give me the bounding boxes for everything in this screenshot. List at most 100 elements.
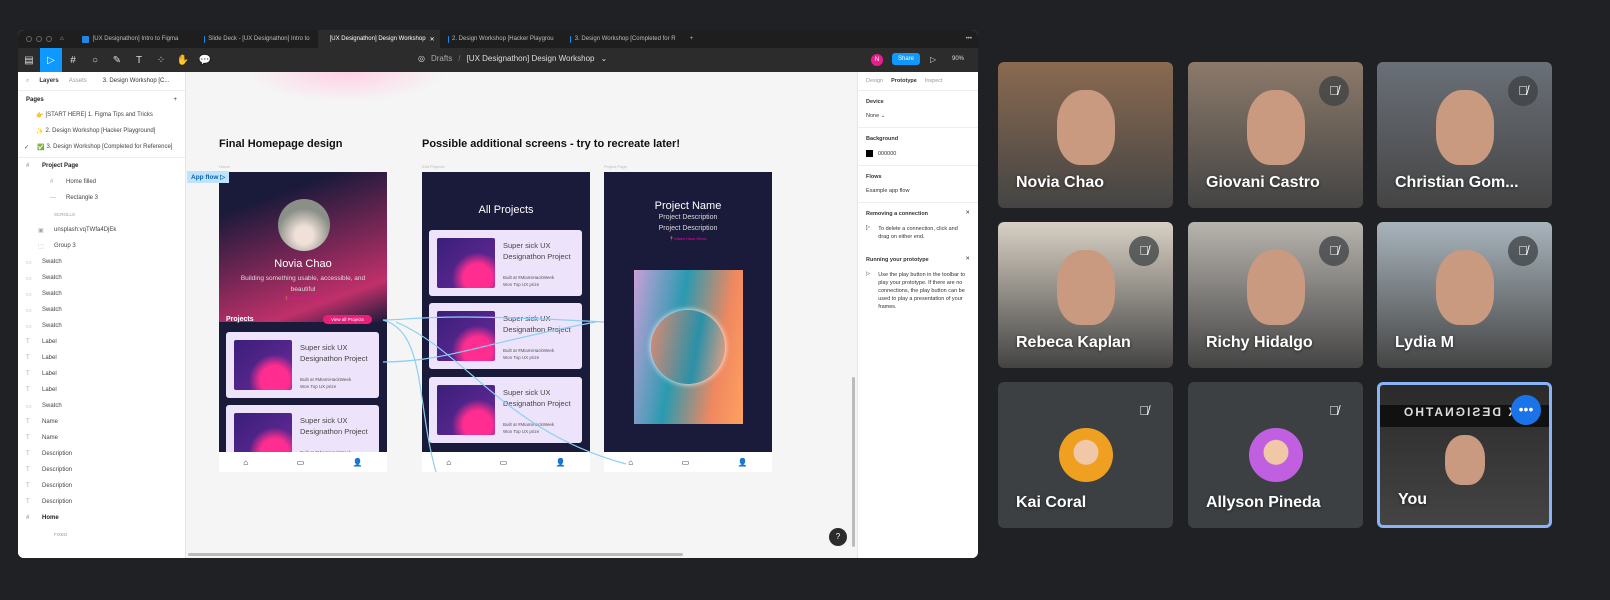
tab-assets[interactable]: Assets [69,78,87,84]
participant-tile[interactable]: 🎙̸ Christian Gom... [1377,62,1552,208]
tab-inspect[interactable]: Inspect [925,78,943,84]
design-canvas[interactable]: Final Homepage design Possible additiona… [186,72,857,558]
browser-tab[interactable]: 2. Design Workshop [Hacker Playgrou [440,30,562,48]
text-tool-icon[interactable]: T [128,48,150,72]
layer-item[interactable]: ▭ Swatch [18,270,185,286]
layer-item[interactable]: ▭ Swatch [18,398,185,414]
participant-name: Christian Gom... [1395,174,1519,191]
participant-tile[interactable]: 🎙̸ Rebeca Kaplan [998,222,1173,368]
layer-item[interactable]: ▭ Swatch [18,254,185,270]
layer-item[interactable]: T Name [18,414,185,430]
resources-icon[interactable]: ⁘ [150,48,172,72]
close-icon[interactable]: ✕ [965,256,970,262]
layer-item[interactable]: ⬚ Group 3 [18,238,185,254]
layer-item[interactable]: # Home [18,510,185,526]
layer-item[interactable]: T Label [18,334,185,350]
participant-tile[interactable]: 🎙̸ Richy Hidalgo [1188,222,1363,368]
comment-tool-icon[interactable]: 💬 [194,48,216,72]
page-emoji-icon: 👉 [36,112,44,119]
tab-label: Slide Deck - [UX Designathon] Intro to [208,36,310,42]
close-icon[interactable]: ✕ [965,210,970,216]
layer-text-icon: T [26,499,30,505]
chevron-down-icon[interactable]: ⌄ [600,54,607,63]
frame-tool-icon[interactable]: # [62,48,84,72]
layer-text-icon: T [26,387,30,393]
tab-prototype[interactable]: Prototype [891,78,917,84]
browser-tab[interactable]: [UX Designathon] Design Workshop ✕ [317,30,440,48]
play-icon[interactable]: ▷ [930,55,936,64]
new-tab-button[interactable]: + [690,36,694,42]
more-icon[interactable]: ••• [966,36,972,42]
browser-tab[interactable]: 3. Design Workshop [Completed for R [562,30,684,48]
layer-item[interactable]: # Home filled [18,174,185,190]
add-page-button[interactable]: + [173,97,177,103]
layer-item[interactable]: ▭ Swatch [18,318,185,334]
drafts-link[interactable]: Drafts [431,54,452,63]
participant-name: Kai Coral [1016,494,1087,511]
participant-tile[interactable]: 🎙̸ Allyson Pineda [1188,382,1363,528]
canvas-scrollbar-vertical[interactable] [852,377,855,547]
flow-start-tag[interactable]: App flow ▷ [187,171,230,183]
zoom-level[interactable]: 90% [952,56,964,62]
device-select[interactable]: None ⌄ [866,113,885,119]
page-item[interactable]: ✓ ✅ 3. Design Workshop [Completed for Refe… [18,139,185,155]
main-menu-icon[interactable]: ▤ [18,48,40,72]
layer-item[interactable]: # Project Page [18,158,185,174]
more-options-button[interactable]: ••• [1511,395,1541,425]
layer-item[interactable]: T Label [18,350,185,366]
layer-item[interactable]: — Rectangle 3 [18,190,185,206]
layer-rect-icon: ▭ [26,275,32,282]
participant-name: Giovani Castro [1206,174,1320,191]
layer-item[interactable]: T Label [18,382,185,398]
browser-tab[interactable]: Slide Deck - [UX Designathon] Intro to [196,30,318,48]
close-tab-icon[interactable]: ✕ [430,36,435,43]
layer-item[interactable]: ▣ unsplash:vqTWfa4DjEk [18,222,185,238]
participant-name: You [1398,491,1428,508]
page-selector[interactable]: 3. Design Workshop [C... [103,78,170,84]
participant-tile[interactable]: Novia Chao [998,62,1173,208]
layer-item[interactable]: ▭ Swatch [18,302,185,318]
participant-tile[interactable]: UX DESIGNATHO ••• You [1377,382,1552,528]
avatar[interactable]: N [871,54,883,66]
page-item[interactable]: 👉 [START HERE] 1. Figma Tips and Tricks [18,107,185,123]
background-value[interactable]: 000000 [878,151,896,157]
tab-label: [UX Designathon] Design Workshop [329,36,426,42]
layer-rect-icon: ▭ [26,403,32,410]
tab-layers[interactable]: Layers [39,78,58,84]
layer-item[interactable]: SCROLLS [18,206,185,222]
window-controls[interactable] [26,36,52,42]
participant-video [1435,250,1494,325]
layer-text-icon: T [26,483,30,489]
layer-item[interactable]: T Name [18,430,185,446]
participant-name: Novia Chao [1016,174,1105,191]
prototype-connections[interactable] [186,72,857,558]
layer-item[interactable]: T Label [18,366,185,382]
layer-item[interactable]: T Description [18,446,185,462]
layer-item[interactable]: T Description [18,462,185,478]
file-title[interactable]: [UX Designathon] Design Workshop [467,54,595,63]
home-icon[interactable]: ⌂ [60,36,64,42]
shape-tool-icon[interactable]: ○ [84,48,106,72]
participant-tile[interactable]: 🎙̸ Lydia M [1377,222,1552,368]
canvas-scrollbar-horizontal[interactable] [188,553,683,556]
browser-tab[interactable]: [UX Designathon] Intro to Figma [74,30,196,48]
flow-item[interactable]: Example app flow [866,188,909,194]
share-button[interactable]: Share [892,53,921,65]
layer-text-icon: T [26,467,30,473]
layer-item[interactable]: T Description [18,478,185,494]
hand-tool-icon[interactable]: ✋ [172,48,194,72]
help-button[interactable]: ? [829,528,847,546]
pen-tool-icon[interactable]: ✎ [106,48,128,72]
participant-tile[interactable]: 🎙̸ Kai Coral [998,382,1173,528]
page-item[interactable]: ✨ 2. Design Workshop [Hacker Playground] [18,123,185,139]
layer-item[interactable]: T Description [18,494,185,510]
layer-item[interactable]: ▭ Swatch [18,286,185,302]
participant-tile[interactable]: 🎙̸ Giovani Castro [1188,62,1363,208]
layer-item[interactable]: FIXED [18,526,185,542]
participant-name: Richy Hidalgo [1206,334,1313,351]
search-icon[interactable]: ⌕ [26,78,29,85]
move-tool-icon[interactable]: ▷ [40,48,62,72]
tab-design[interactable]: Design [866,78,883,84]
background-swatch[interactable] [866,150,873,157]
layers-panel: ⌕ Layers Assets 3. Design Workshop [C...… [18,72,186,558]
